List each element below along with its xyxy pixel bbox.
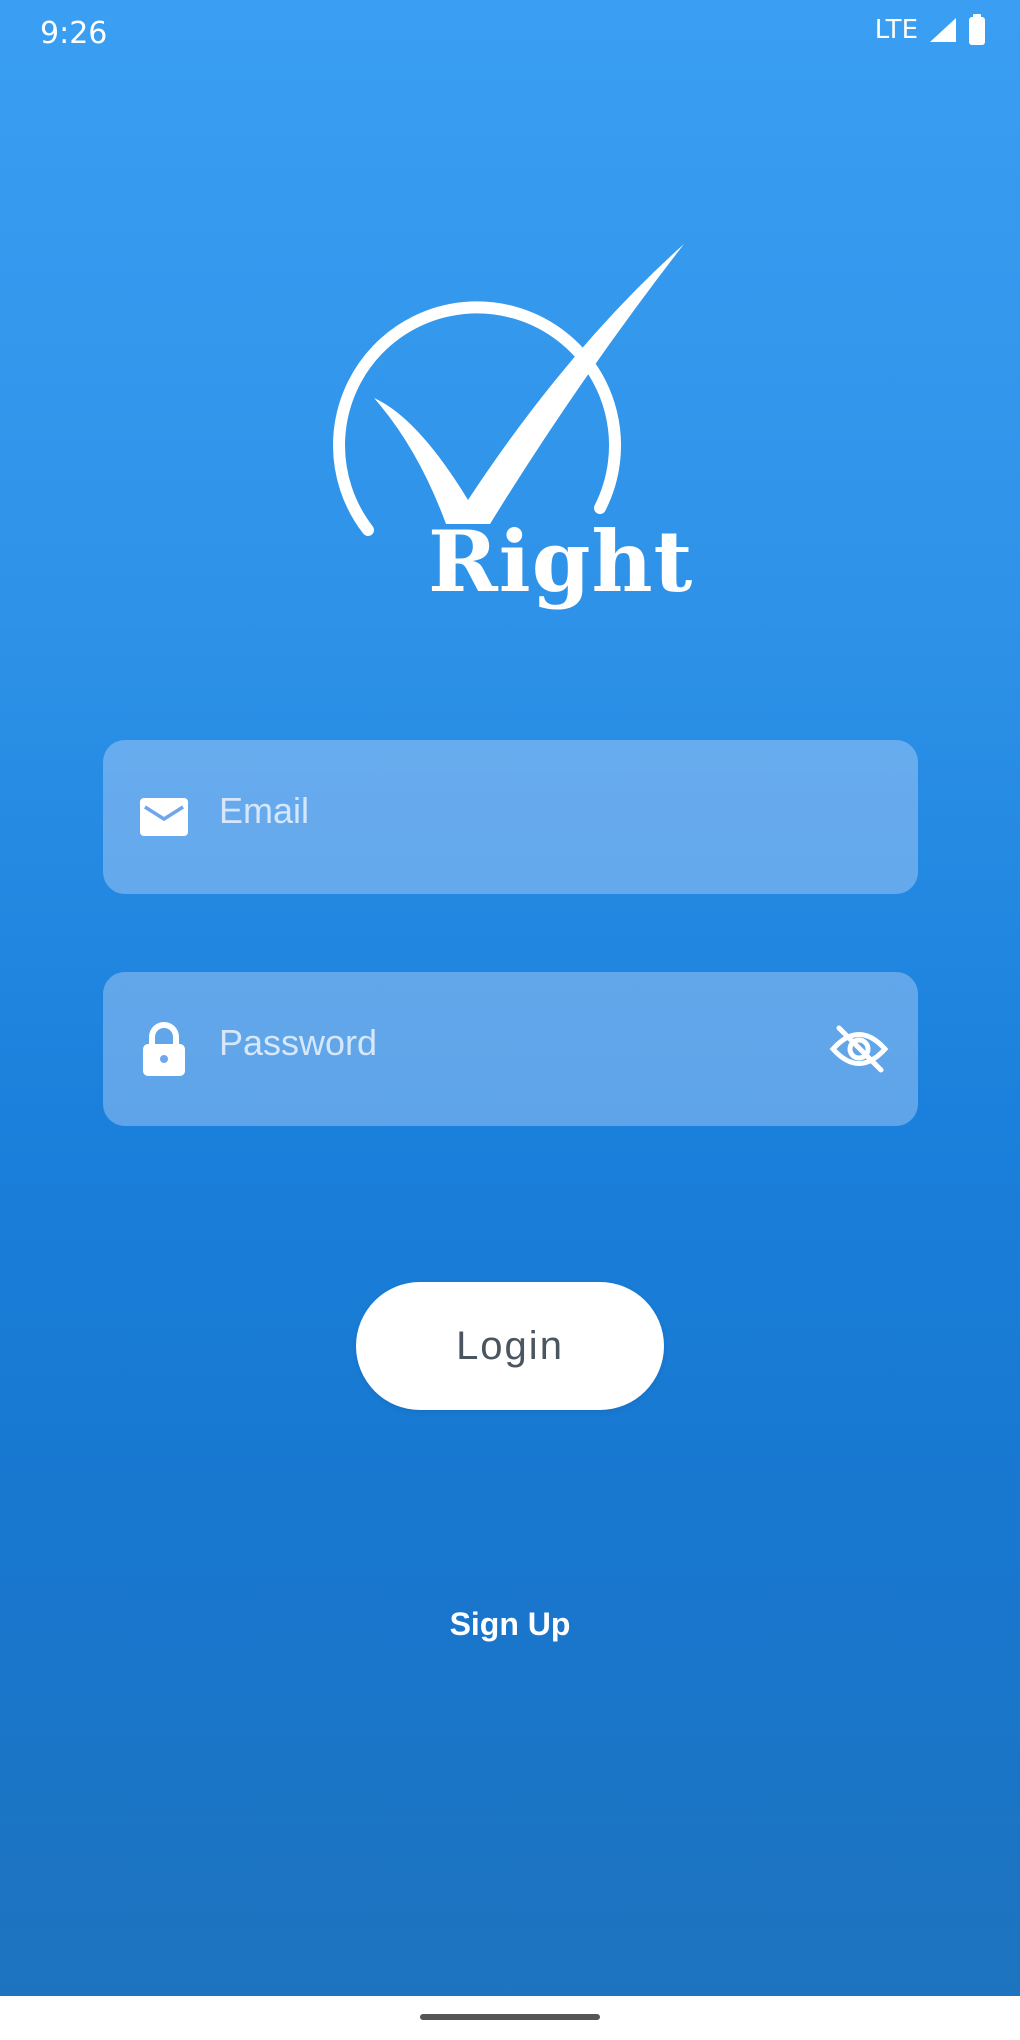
status-time: 9:26 <box>40 16 108 51</box>
login-screen: 9:26 LTE Right Email Password Login Sign… <box>0 0 1020 2040</box>
email-field[interactable]: Email <box>103 740 918 894</box>
network-type: LTE <box>874 15 918 45</box>
eye-off-icon[interactable] <box>828 1018 890 1080</box>
login-button[interactable]: Login <box>356 1282 664 1410</box>
system-navigation-bar <box>0 1996 1020 2040</box>
password-placeholder: Password <box>219 1022 378 1064</box>
home-indicator[interactable] <box>420 2014 600 2020</box>
status-bar: 9:26 LTE <box>0 0 1020 70</box>
sign-up-link[interactable]: Sign Up <box>0 1606 1020 1643</box>
logo-text: Right <box>428 512 694 611</box>
email-placeholder: Email <box>219 790 310 832</box>
battery-icon <box>968 14 986 46</box>
envelope-icon <box>137 790 191 844</box>
password-field[interactable]: Password <box>103 972 918 1126</box>
signal-icon <box>928 16 958 44</box>
lock-icon <box>137 1022 191 1076</box>
status-indicators: LTE <box>875 14 986 46</box>
